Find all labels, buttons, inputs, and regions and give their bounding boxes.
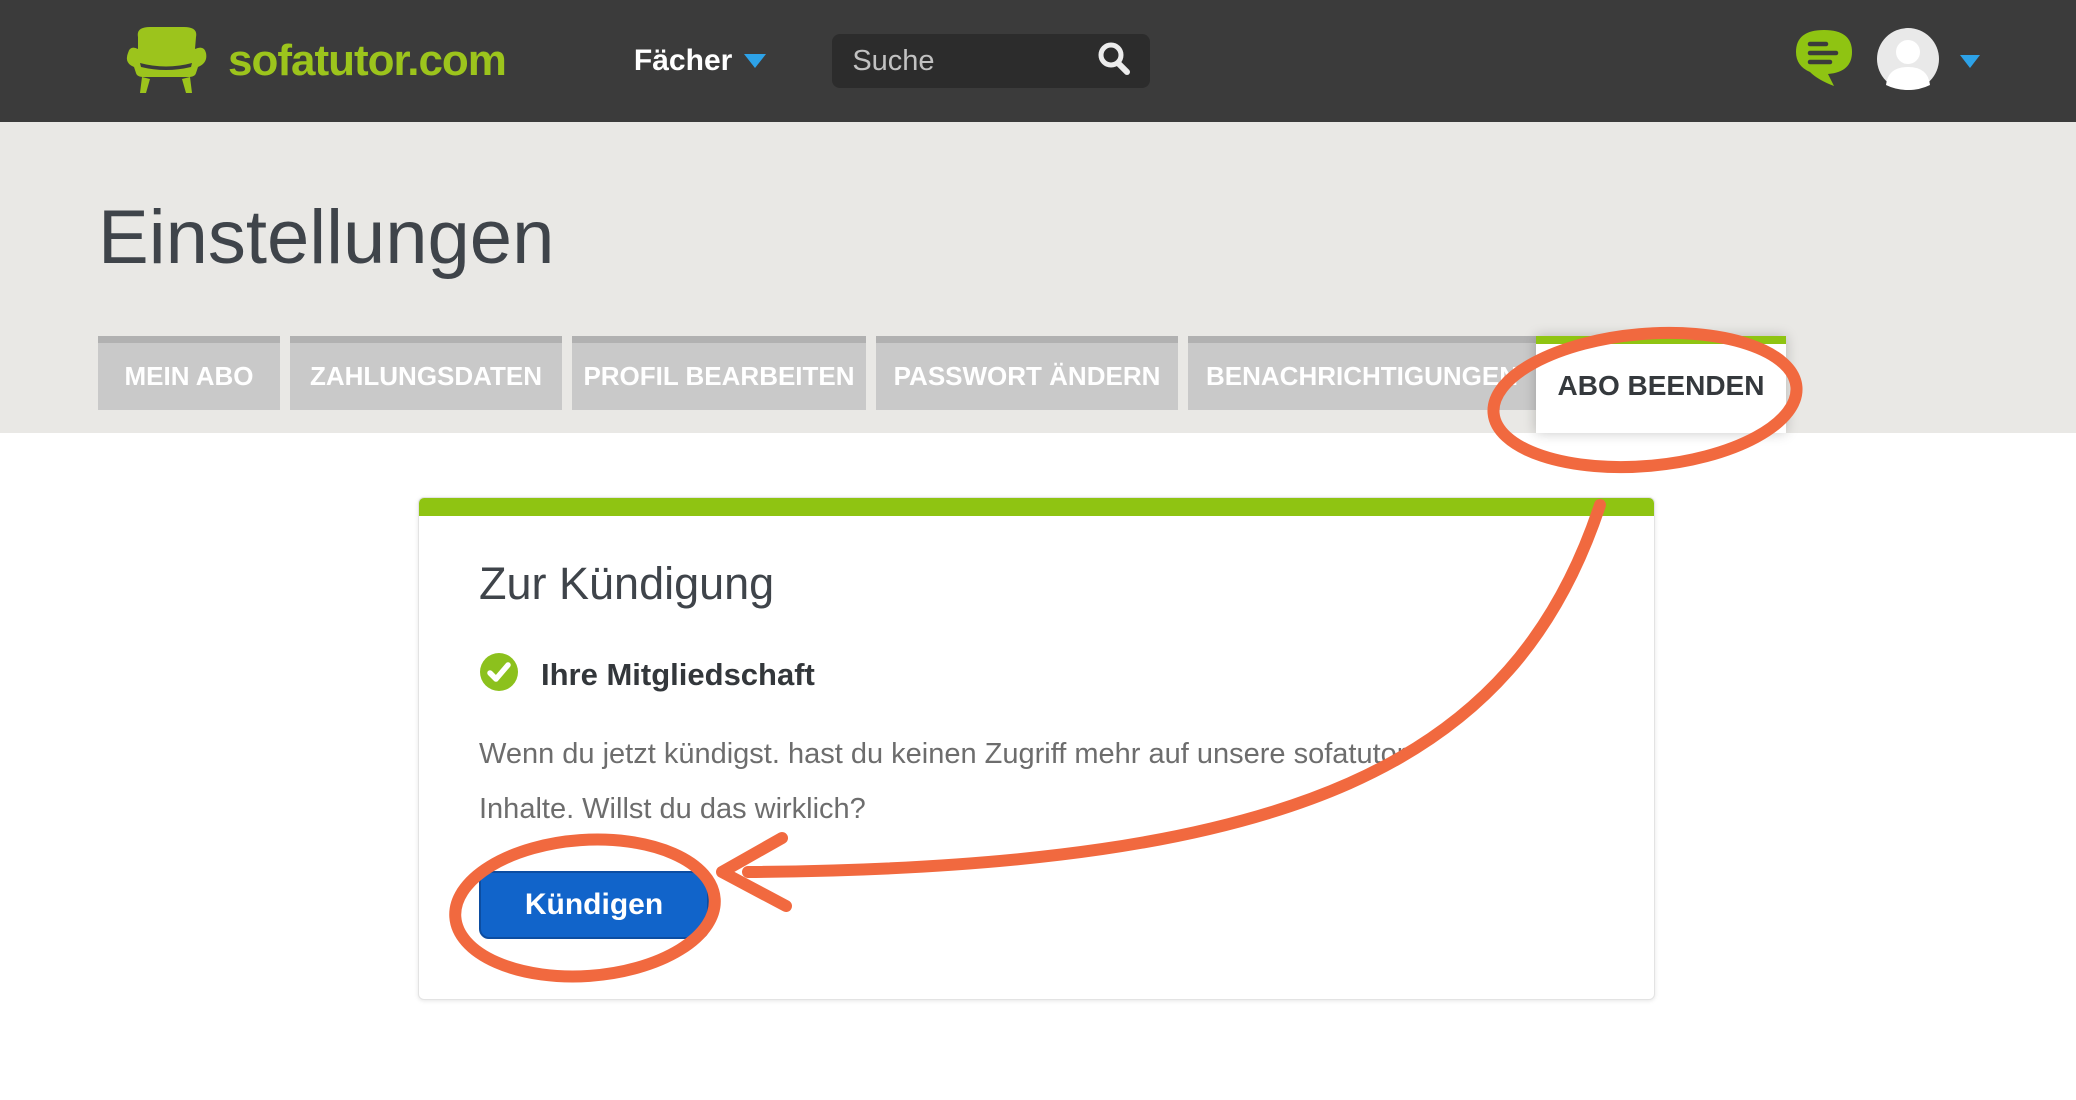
membership-status-row: Ihre Mitgliedschaft (479, 652, 1594, 697)
tab-benachrichtigungen[interactable]: BENACHRICHTIGUNGEN (1188, 336, 1536, 410)
sofa-icon (126, 23, 214, 100)
card-top-accent-bar (419, 498, 1654, 516)
main-content: Zur Kündigung Ihre Mitgliedschaft Wenn d… (0, 433, 2076, 1100)
check-circle-icon (479, 652, 519, 697)
settings-tab-bar: MEIN ABO ZAHLUNGSDATEN PROFIL BEARBEITEN… (98, 336, 1786, 433)
settings-header-section: Einstellungen MEIN ABO ZAHLUNGSDATEN PRO… (0, 122, 2076, 433)
topbar-right-group (1792, 27, 1980, 96)
tab-passwort-aendern[interactable]: PASSWORT ÄNDERN (876, 336, 1178, 410)
cancellation-card: Zur Kündigung Ihre Mitgliedschaft Wenn d… (418, 497, 1655, 1000)
nav-item-faecher-label: Fächer (634, 44, 732, 78)
sofatutor-logo[interactable]: sofatutor.com (126, 23, 506, 100)
chevron-down-icon[interactable] (1960, 55, 1980, 68)
card-heading: Zur Kündigung (479, 558, 1594, 610)
chevron-down-icon (744, 54, 766, 68)
search-input[interactable] (852, 45, 1094, 78)
tab-mein-abo[interactable]: MEIN ABO (98, 336, 280, 410)
warning-text-line2: Inhalte. Willst du das wirklich? (479, 782, 1594, 837)
user-avatar-icon[interactable] (1876, 27, 1940, 96)
tab-abo-beenden[interactable]: ABO BEENDEN (1536, 336, 1786, 433)
search-box[interactable] (832, 34, 1150, 88)
warning-text-line1: Wenn du jetzt kündigst. hast du keinen Z… (479, 727, 1594, 782)
kuendigen-button[interactable]: Kündigen (479, 871, 709, 939)
magnifier-icon[interactable] (1094, 39, 1134, 84)
tab-zahlungsdaten[interactable]: ZAHLUNGSDATEN (290, 336, 562, 410)
nav-item-faecher[interactable]: Fächer (634, 44, 766, 78)
top-navigation-bar: sofatutor.com Fächer (0, 0, 2076, 122)
membership-label: Ihre Mitgliedschaft (541, 657, 815, 693)
cancellation-warning-text: Wenn du jetzt kündigst. hast du keinen Z… (479, 727, 1594, 837)
tab-profil-bearbeiten[interactable]: PROFIL BEARBEITEN (572, 336, 866, 410)
speech-bubble-icon[interactable] (1792, 28, 1856, 95)
page-title: Einstellungen (98, 194, 554, 281)
logo-wordmark: sofatutor.com (228, 36, 506, 86)
